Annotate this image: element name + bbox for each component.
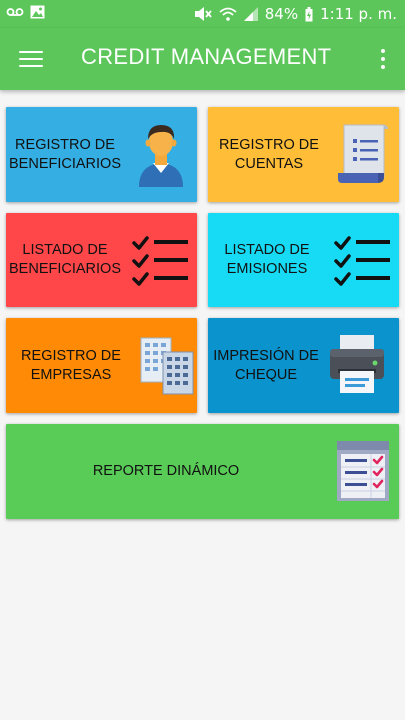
checklist-icon — [334, 235, 392, 292]
tile-label: REGISTRO DE BENEFICIARIOS — [9, 136, 121, 172]
report-checklist-icon — [336, 440, 390, 507]
clock: 1:11 p. m. — [320, 5, 397, 23]
printer-icon — [328, 333, 386, 400]
tile-label: REPORTE DINÁMICO — [92, 463, 240, 479]
checklist-icon — [132, 235, 190, 292]
tile-registro-cuentas[interactable]: REGISTRO DE CUENTAS — [208, 107, 399, 202]
wifi-icon — [219, 7, 237, 21]
battery-percent: 84% — [264, 5, 299, 23]
overflow-menu-icon[interactable] — [373, 46, 393, 72]
app-bar: CREDIT MANAGEMENT — [0, 28, 405, 90]
person-avatar-icon — [134, 121, 188, 192]
mute-icon — [194, 6, 212, 22]
battery-icon — [305, 6, 313, 22]
voicemail-icon — [6, 6, 24, 18]
tile-reporte-dinamico[interactable]: REPORTE DINÁMICO — [6, 424, 399, 519]
hamburger-menu-icon[interactable] — [12, 43, 50, 75]
tile-label: REGISTRO DE EMPRESAS — [21, 347, 121, 383]
tile-registro-beneficiarios[interactable]: REGISTRO DE BENEFICIARIOS — [6, 107, 197, 202]
tile-label: LISTADO DE BENEFICIARIOS — [9, 242, 121, 277]
tile-label: IMPRESIÓN DE CHEQUE — [213, 347, 319, 383]
building-documents-icon — [139, 336, 195, 401]
tile-registro-empresas[interactable]: REGISTRO DE EMPRESAS — [6, 318, 197, 413]
page-title: CREDIT MANAGEMENT — [81, 44, 332, 69]
document-scroll-icon — [336, 123, 388, 190]
signal-icon — [243, 7, 258, 21]
tile-listado-beneficiarios[interactable]: LISTADO DE BENEFICIARIOS — [6, 213, 197, 307]
image-icon — [30, 5, 45, 19]
tile-label: LISTADO DE EMISIONES — [224, 242, 310, 277]
status-bar: 84% 1:11 p. m. — [0, 0, 405, 28]
tile-label: REGISTRO DE CUENTAS — [219, 136, 319, 172]
tile-listado-emisiones[interactable]: LISTADO DE EMISIONES — [208, 213, 399, 307]
tile-impresion-cheque[interactable]: IMPRESIÓN DE CHEQUE — [208, 318, 399, 413]
